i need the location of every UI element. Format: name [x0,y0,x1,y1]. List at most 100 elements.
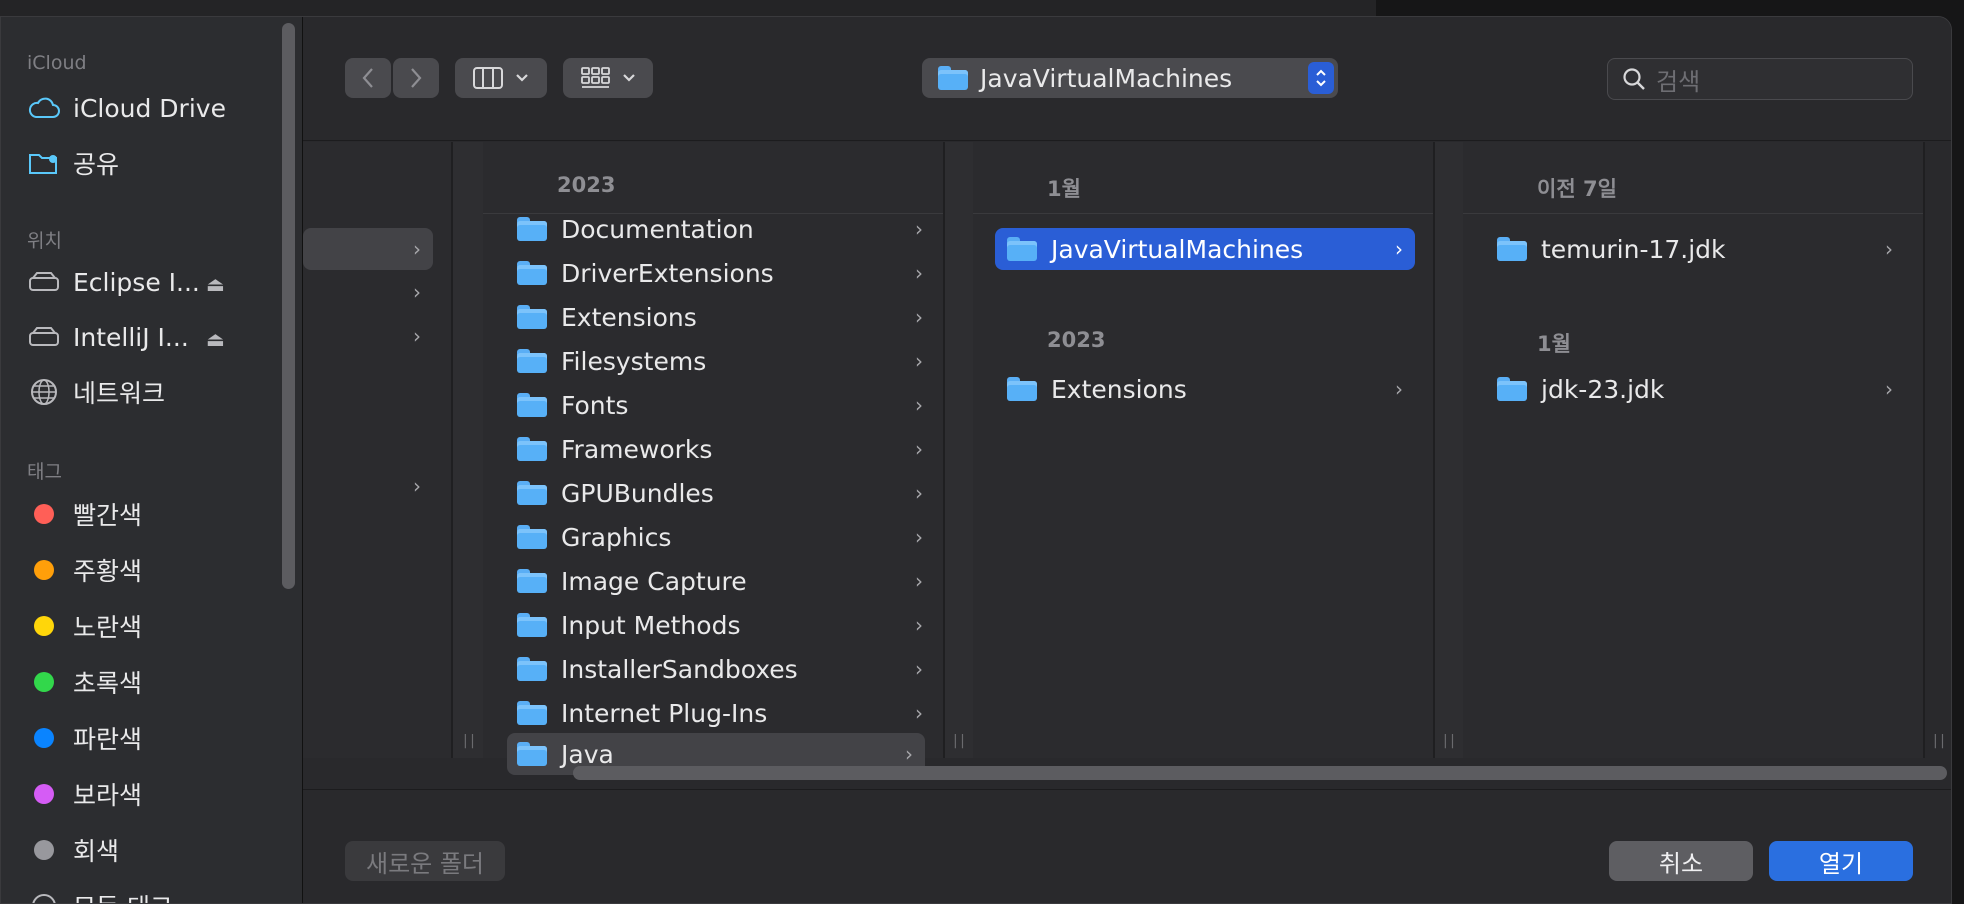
folder-row[interactable]: Frameworks › [507,428,935,470]
folder-icon [517,305,547,329]
folder-row[interactable]: Extensions › [995,368,1415,410]
sidebar: iCloud iCloud Drive 공유 위치 Eclipse I... ⏏ [1,17,303,903]
chevron-right-icon: › [915,569,923,593]
sidebar-tag-all[interactable]: 모든 태그... [27,886,197,903]
cancel-button[interactable]: 취소 [1609,841,1753,881]
horizontal-scrollbar[interactable] [573,766,1947,780]
folder-icon [517,261,547,285]
chevron-right-icon: › [915,217,923,241]
header-divider [1463,213,1923,214]
sidebar-item-label: 모든 태그... [73,888,197,903]
green-tag-icon [34,672,54,692]
column-divider[interactable] [1923,142,1925,758]
folder-row[interactable]: Internet Plug-Ins › [507,692,935,734]
folder-name: Image Capture [561,566,747,596]
chevron-right-icon: › [915,437,923,461]
folder-row[interactable]: GPUBundles › [507,472,935,514]
header-divider [973,213,1433,214]
group-button[interactable] [563,58,653,98]
sidebar-item-icloud-drive[interactable]: iCloud Drive [27,88,226,128]
resize-grip-icon[interactable]: | | [953,733,965,749]
updown-chevron-icon [1308,62,1334,94]
sidebar-tag-yellow[interactable]: 노란색 [27,606,142,646]
sidebar-tag-blue[interactable]: 파란색 [27,718,142,758]
column-gap [453,142,483,758]
column-2: 2023 Documentation › DriverExtensions › Ex… [483,142,943,775]
folder-row[interactable]: Image Capture › [507,560,935,602]
column-1-row[interactable]: › [303,315,433,357]
resize-grip-icon[interactable]: | | [463,733,475,749]
folder-icon [517,657,547,681]
path-label: JavaVirtualMachines [980,63,1233,93]
sidebar-tag-orange[interactable]: 주황색 [27,550,142,590]
sidebar-section-locations: 위치 [27,230,62,252]
search-placeholder: 검색 [1656,67,1701,96]
column-view-icon [473,67,503,89]
view-mode-button[interactable] [455,58,547,98]
chevron-right-icon: › [1885,237,1893,261]
folder-icon [517,393,547,417]
search-field[interactable]: 검색 [1607,58,1913,100]
column-4-header-month: 1월 [1537,332,1571,356]
chevron-right-icon: › [1395,377,1403,401]
forward-button[interactable] [393,58,439,98]
folder-row[interactable]: Filesystems › [507,340,935,382]
toolbar: JavaVirtualMachines 검색 [303,17,1951,141]
sidebar-tag-purple[interactable]: 보라색 [27,774,142,814]
column-4-header-prev7: 이전 7일 [1537,177,1617,201]
chevron-right-icon: › [413,324,421,348]
sidebar-item-eclipse[interactable]: Eclipse I... [27,262,200,302]
back-button[interactable] [345,58,391,98]
folder-row[interactable]: InstallerSandboxes › [507,648,935,690]
path-popup[interactable]: JavaVirtualMachines [922,58,1338,98]
column-1-row[interactable]: › [303,465,433,507]
browser-area: JavaVirtualMachines 검색 › › › › 2023 Docu… [303,17,1951,903]
chevron-right-icon: › [915,261,923,285]
search-icon [1623,68,1645,90]
sidebar-item-network[interactable]: 네트워크 [27,372,165,412]
folder-icon [1007,237,1037,261]
folder-row[interactable]: Input Methods › [507,604,935,646]
sidebar-item-label: Eclipse I... [73,267,200,297]
sidebar-item-label: iCloud Drive [73,93,226,123]
folder-row[interactable]: temurin-17.jdk › [1485,228,1905,270]
sidebar-item-intellij[interactable]: IntelliJ I... [27,317,189,357]
sidebar-tag-green[interactable]: 초록색 [27,662,142,702]
folder-name: DriverExtensions [561,258,774,288]
resize-grip-icon[interactable]: | | [1933,733,1945,749]
chevron-right-icon: › [413,280,421,304]
chevron-left-icon [362,68,373,88]
column-3: 1월 JavaVirtualMachines › 2023 Extensions › [973,142,1433,758]
folder-name: Fonts [561,390,629,420]
column-1-selected-row[interactable]: › [303,228,433,270]
new-folder-button[interactable]: 새로운 폴더 [345,841,505,881]
folder-name: temurin-17.jdk [1541,234,1726,264]
folder-icon [517,437,547,461]
open-button[interactable]: 열기 [1769,841,1913,881]
folder-name: Documentation [561,214,754,244]
folder-row[interactable]: Graphics › [507,516,935,558]
sidebar-item-label: 초록색 [73,669,143,698]
sidebar-tag-gray[interactable]: 회색 [27,830,119,870]
folder-icon [1497,237,1527,261]
folder-row[interactable]: Fonts › [507,384,935,426]
sidebar-scrollbar[interactable] [282,23,295,589]
column-gap [945,142,973,758]
sidebar-section-icloud: iCloud [27,52,87,74]
sidebar-item-shared[interactable]: 공유 [27,143,119,183]
sidebar-item-label: 노란색 [73,613,143,642]
eject-icon[interactable]: ⏏ [206,327,225,351]
sidebar-tag-red[interactable]: 빨간색 [27,494,142,534]
folder-row[interactable]: DriverExtensions › [507,252,935,294]
folder-icon [517,701,547,725]
resize-grip-icon[interactable]: | | [1443,733,1455,749]
grid-group-icon [581,67,610,88]
column-3-header-month: 1월 [1047,177,1081,201]
folder-row[interactable]: Documentation › [507,208,935,250]
eject-icon[interactable]: ⏏ [206,272,225,296]
folder-row[interactable]: jdk-23.jdk › [1485,368,1905,410]
column-1-row[interactable]: › [303,271,433,313]
folder-row-selected[interactable]: JavaVirtualMachines › [995,228,1415,270]
folder-name: GPUBundles [561,478,714,508]
folder-row[interactable]: Extensions › [507,296,935,338]
